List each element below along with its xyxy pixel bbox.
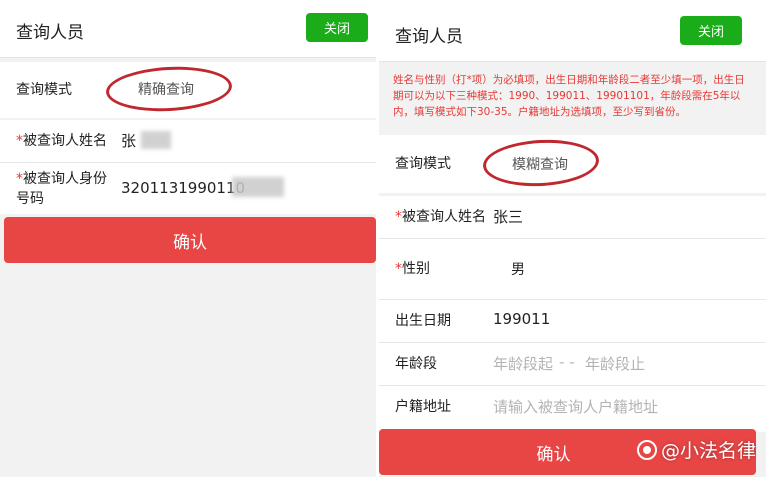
- address-input[interactable]: 请输入被查询人户籍地址: [493, 396, 658, 417]
- mode-select[interactable]: 精确查询: [138, 79, 194, 99]
- redaction-blur: [232, 177, 284, 197]
- address-row: 户籍地址 请输入被查询人户籍地址: [379, 386, 766, 432]
- birth-label: 出生日期: [395, 313, 451, 329]
- name-input[interactable]: 张: [121, 130, 136, 151]
- age-separator: - -: [559, 353, 575, 371]
- mode-select[interactable]: 模糊查询: [512, 154, 568, 174]
- redaction-blur: [141, 131, 171, 149]
- id-row: *被查询人身份号码 3201131990110: [0, 163, 376, 214]
- gender-select[interactable]: 男: [511, 259, 525, 279]
- age-row: 年龄段 年龄段起 - - 年龄段止: [379, 343, 766, 386]
- close-button[interactable]: 关闭: [680, 16, 742, 45]
- birth-input[interactable]: 199011: [493, 310, 550, 328]
- mode-label: 查询模式: [16, 82, 72, 98]
- age-start-input[interactable]: 年龄段起: [493, 353, 553, 374]
- name-row: *被查询人姓名 张: [0, 120, 376, 163]
- mode-label: 查询模式: [395, 156, 451, 172]
- watermark-text: @小法名律: [660, 440, 756, 462]
- birth-row: 出生日期 199011: [379, 300, 766, 343]
- page-title: 查询人员: [395, 27, 463, 47]
- right-header: 查询人员 关闭: [379, 0, 766, 62]
- mode-section: 查询模式 模糊查询: [379, 135, 766, 193]
- id-input[interactable]: 3201131990110: [121, 179, 245, 197]
- page-title: 查询人员: [16, 23, 84, 43]
- close-button[interactable]: 关闭: [306, 13, 368, 42]
- watermark: @小法名律: [636, 436, 756, 463]
- name-label: *被查询人姓名: [16, 133, 107, 149]
- id-label: *被查询人身份号码: [16, 171, 107, 207]
- mode-section: 查询模式 精确查询: [0, 62, 376, 118]
- person-section: *被查询人姓名 张三 *性别 男 出生日期 199011 年龄段 年龄段起 - …: [379, 196, 766, 432]
- confirm-label: 确认: [536, 444, 571, 465]
- watermark-logo-icon: [636, 439, 657, 460]
- age-end-input[interactable]: 年龄段止: [585, 353, 645, 374]
- age-label: 年龄段: [395, 356, 437, 372]
- person-section: *被查询人姓名 张 *被查询人身份号码 3201131990110: [0, 120, 376, 214]
- confirm-button[interactable]: 确认: [4, 217, 376, 263]
- left-query-panel: 查询人员 关闭 查询模式 精确查询 *被查询人姓名 张 *被查询人身份号码 32…: [0, 0, 376, 477]
- right-query-panel: 查询人员 关闭 姓名与性别（打*项）为必填项，出生日期和年龄段二者至少填一项，出…: [379, 0, 766, 477]
- name-input[interactable]: 张三: [493, 206, 523, 227]
- left-header: 查询人员 关闭: [0, 0, 376, 58]
- gender-row: *性别 男: [379, 239, 766, 300]
- name-label: *被查询人姓名: [395, 209, 486, 225]
- name-row: *被查询人姓名 张三: [379, 196, 766, 239]
- gender-label: *性别: [395, 261, 430, 277]
- required-fields-notice: 姓名与性别（打*项）为必填项，出生日期和年龄段二者至少填一项，出生日期可以为以下…: [393, 74, 745, 118]
- address-label: 户籍地址: [395, 399, 451, 415]
